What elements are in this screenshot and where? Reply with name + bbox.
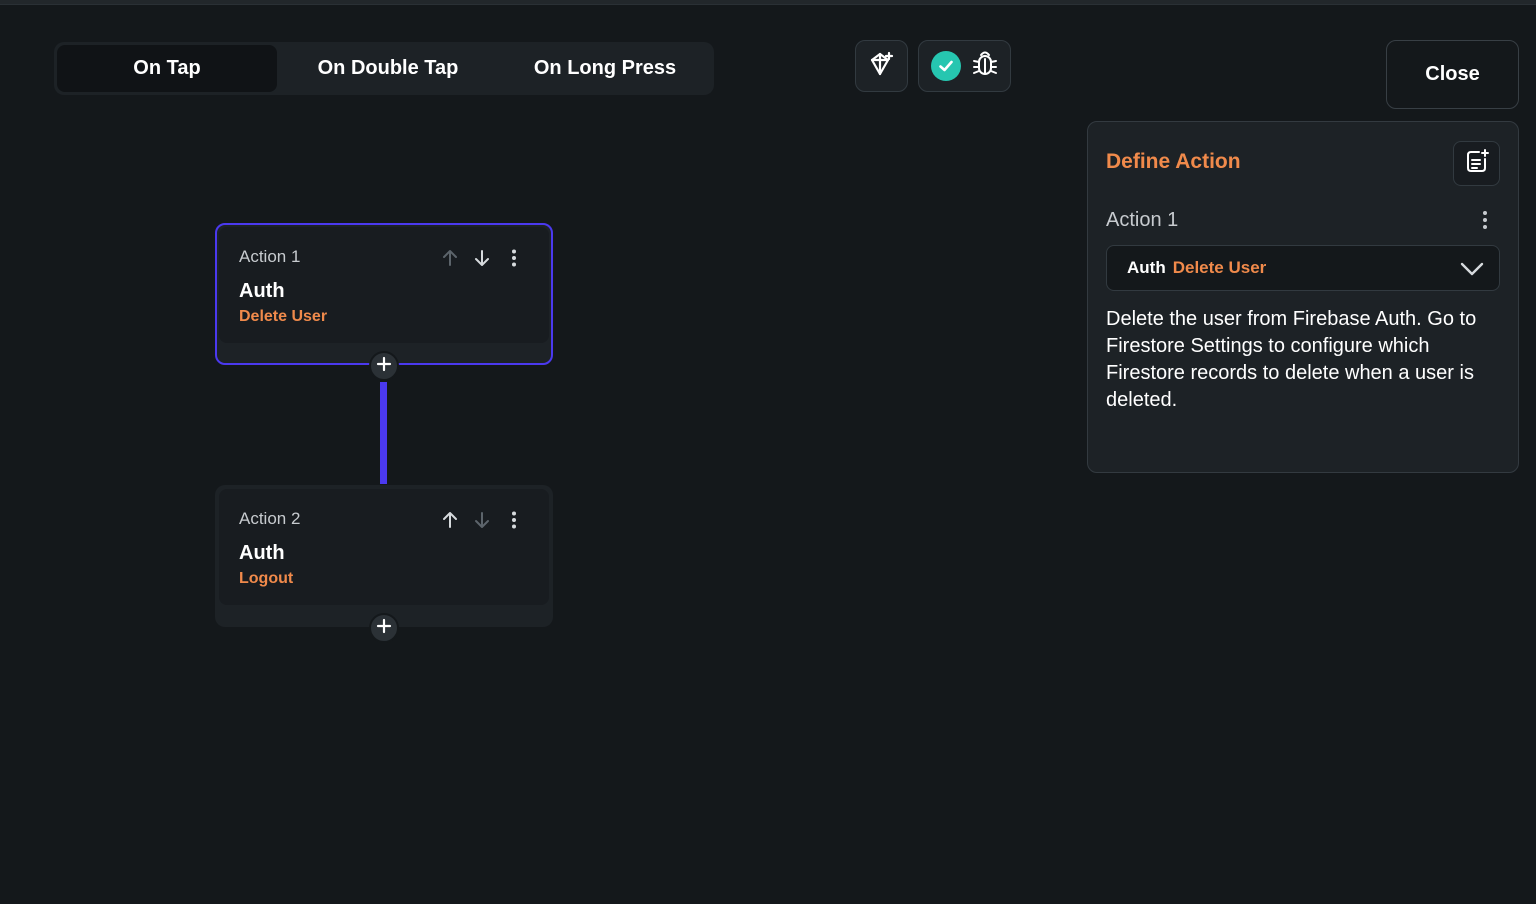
- move-down-icon[interactable]: [471, 247, 493, 269]
- action-category: Auth: [239, 542, 285, 564]
- panel-title: Define Action: [1106, 150, 1241, 173]
- action-card-2[interactable]: Action 2 Auth Logout: [215, 485, 553, 627]
- tab-on-double-tap[interactable]: On Double Tap: [277, 45, 499, 92]
- action-type-select[interactable]: Auth Delete User: [1106, 245, 1500, 291]
- add-note-button[interactable]: [1453, 141, 1500, 186]
- move-up-icon[interactable]: [439, 509, 461, 531]
- action-controls: [439, 509, 525, 531]
- validation-debug-group[interactable]: [918, 40, 1011, 92]
- action-connector: [380, 382, 387, 484]
- more-vertical-icon[interactable]: [1474, 208, 1496, 232]
- action-card-body: Action 1 Auth Delete User: [219, 227, 549, 343]
- move-down-icon[interactable]: [471, 509, 493, 531]
- move-up-icon[interactable]: [439, 247, 461, 269]
- define-action-panel: Define Action Action 1 Auth Delete User …: [1087, 121, 1519, 473]
- more-vertical-icon[interactable]: [503, 509, 525, 531]
- trigger-tabs: On Tap On Double Tap On Long Press: [54, 42, 714, 95]
- select-action: Delete User: [1172, 258, 1267, 277]
- top-border: [0, 0, 1536, 5]
- action-category: Auth: [239, 280, 285, 302]
- action-controls: [439, 247, 525, 269]
- action-label: Action 1: [239, 247, 301, 266]
- tab-on-long-press[interactable]: On Long Press: [499, 45, 711, 92]
- select-category: Auth: [1127, 258, 1166, 277]
- more-vertical-icon[interactable]: [503, 247, 525, 269]
- selected-action-label: Action 1: [1106, 209, 1179, 231]
- action-card-body: Action 2 Auth Logout: [219, 489, 549, 605]
- add-note-icon: [1464, 148, 1490, 179]
- action-name: Logout: [239, 570, 294, 587]
- action-description: Delete the user from Firebase Auth. Go t…: [1106, 308, 1477, 411]
- ai-spark-icon: [868, 50, 896, 83]
- action-name: Delete User: [239, 308, 328, 325]
- chevron-down-icon: [1459, 257, 1485, 281]
- action-card-1[interactable]: Action 1 Auth Delete User: [215, 223, 553, 365]
- add-action-button[interactable]: [369, 351, 399, 381]
- tab-on-tap[interactable]: On Tap: [57, 45, 277, 92]
- add-action-button[interactable]: [369, 613, 399, 643]
- bug-icon[interactable]: [971, 49, 999, 84]
- action-label: Action 2: [239, 509, 301, 528]
- plus-icon: [376, 618, 392, 639]
- plus-icon: [376, 356, 392, 377]
- ai-assist-button[interactable]: [855, 40, 908, 92]
- close-button[interactable]: Close: [1386, 40, 1519, 109]
- check-circle-icon: [930, 51, 961, 81]
